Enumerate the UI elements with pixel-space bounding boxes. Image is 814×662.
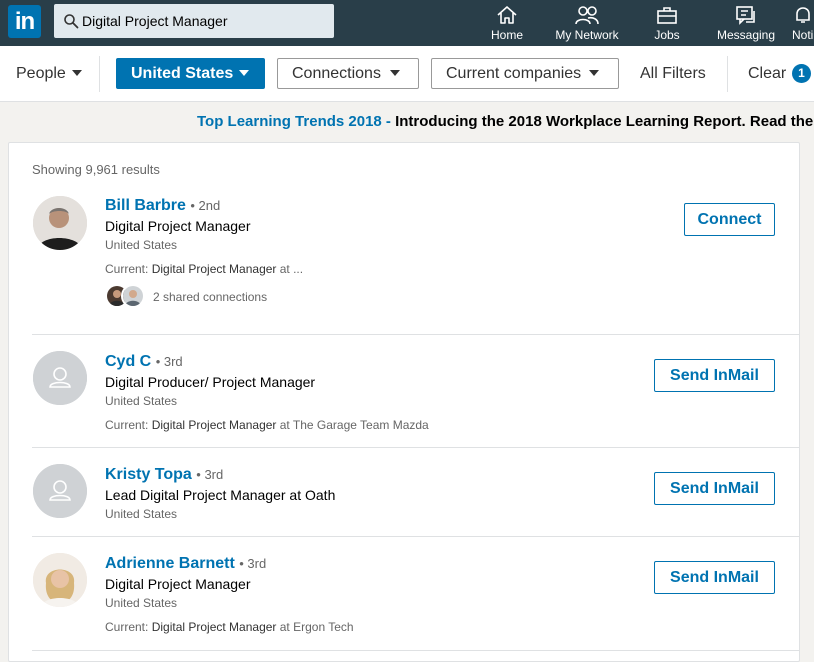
divider [32,447,799,448]
people-filter[interactable]: People [16,65,82,83]
promo-text: Introducing the 2018 Workplace Learning … [390,113,814,130]
avatar[interactable] [33,464,87,518]
result-name-text: Adrienne Barnett [105,555,235,572]
current-prefix: Current: [105,262,152,276]
search-value: Digital Project Manager [82,13,228,29]
result-current-position: Current: Digital Project Manager at The … [105,418,429,432]
current-prefix: Current: [105,620,152,634]
search-icon [64,14,79,29]
briefcase-icon [657,7,677,24]
current-role: Digital Project Manager [151,418,277,432]
nav-notifications[interactable]: Noti [790,0,814,46]
result-name[interactable]: Cyd C • 3rd [105,353,183,371]
result-headline: Digital Project Manager [105,576,251,592]
divider [727,56,728,92]
current-suffix: at The Garage Team Mazda [276,418,429,432]
search-input[interactable]: Digital Project Manager [54,4,334,38]
all-filters-button[interactable]: All Filters [640,65,706,83]
current-suffix: at Ergon Tech [276,620,354,634]
nav-messaging[interactable]: Messaging [714,0,778,46]
divider [32,650,799,651]
nav-jobs-label: Jobs [654,28,680,42]
person-placeholder-icon [33,464,87,518]
shared-connection-avatar[interactable] [121,284,145,308]
filter-count-badge: 1 [792,64,811,83]
people-filter-label: People [16,65,66,82]
bell-icon [796,7,810,23]
promo-link[interactable]: Top Learning Trends 2018 - [197,113,391,130]
send-inmail-button[interactable]: Send InMail [654,359,775,392]
nav-home-label: Home [490,28,523,42]
avatar[interactable] [33,553,87,607]
clear-filters-button[interactable]: Clear [748,65,786,83]
current-suffix: at ... [276,262,304,276]
send-inmail-button[interactable]: Send InMail [654,561,775,594]
results-count: Showing 9,961 results [32,162,160,177]
degree-badge: • 3rd [196,467,224,482]
promo-banner[interactable]: Top Learning Trends 2018 - Introducing t… [197,113,813,130]
result-location: United States [105,394,178,408]
results-card: Showing 9,961 results Bill Barbre • 2nd … [8,142,800,662]
result-name[interactable]: Adrienne Barnett • 3rd [105,555,266,573]
result-name-text: Cyd C [105,353,152,370]
filter-bar: People United States Connections Current… [0,46,814,102]
result-headline: Digital Producer/ Project Manager [105,374,316,390]
current-prefix: Current: [105,418,152,432]
result-name[interactable]: Bill Barbre • 2nd [105,197,220,215]
result-name-text: Bill Barbre [105,197,186,214]
result-headline: Digital Project Manager [105,218,251,234]
divider [99,56,100,92]
location-filter-label: United States [131,65,234,82]
result-name[interactable]: Kristy Topa • 3rd [105,466,223,484]
result-current-position: Current: Digital Project Manager at Ergo… [105,620,354,634]
profile-photo [33,553,87,607]
nav-notifications-label: Noti [792,28,814,42]
chevron-down-icon [71,69,82,76]
connect-button[interactable]: Connect [684,203,775,236]
result-headline: Lead Digital Project Manager at Oath [105,487,336,503]
degree-badge: • 3rd [155,354,183,369]
shared-connections[interactable]: 2 shared connections [153,290,267,304]
connections-filter-button[interactable]: Connections [277,58,419,89]
connections-filter-label: Connections [292,65,381,82]
current-companies-filter-label: Current companies [446,65,582,82]
linkedin-logo[interactable]: in [8,5,41,38]
nav-messaging-label: Messaging [716,28,776,42]
chevron-down-icon [389,69,400,76]
avatar[interactable] [33,196,87,250]
chevron-down-icon [589,69,600,76]
messaging-icon [736,6,755,25]
person-placeholder-icon [33,351,87,405]
nav-my-network[interactable]: My Network [551,0,623,46]
top-nav: in Digital Project Manager Home My Netwo… [0,0,814,46]
divider [32,536,799,537]
result-location: United States [105,238,178,252]
home-icon [497,6,517,24]
degree-badge: • 3rd [239,556,267,571]
profile-photo [33,196,87,250]
result-name-text: Kristy Topa [105,466,192,483]
degree-badge: • 2nd [190,198,221,213]
nav-home[interactable]: Home [486,0,528,46]
result-location: United States [105,507,178,521]
chevron-down-icon [239,69,250,76]
profile-photo [123,286,143,306]
nav-my-network-label: My Network [555,28,619,42]
nav-jobs[interactable]: Jobs [648,0,686,46]
current-role: Digital Project Manager [151,620,277,634]
send-inmail-button[interactable]: Send InMail [654,472,775,505]
divider [32,334,799,335]
result-current-position: Current: Digital Project Manager at ... [105,262,303,276]
network-icon [575,6,599,25]
result-location: United States [105,596,178,610]
current-companies-filter-button[interactable]: Current companies [431,58,619,89]
avatar[interactable] [33,351,87,405]
current-role: Digital Project Manager [151,262,277,276]
location-filter-button[interactable]: United States [116,58,265,89]
